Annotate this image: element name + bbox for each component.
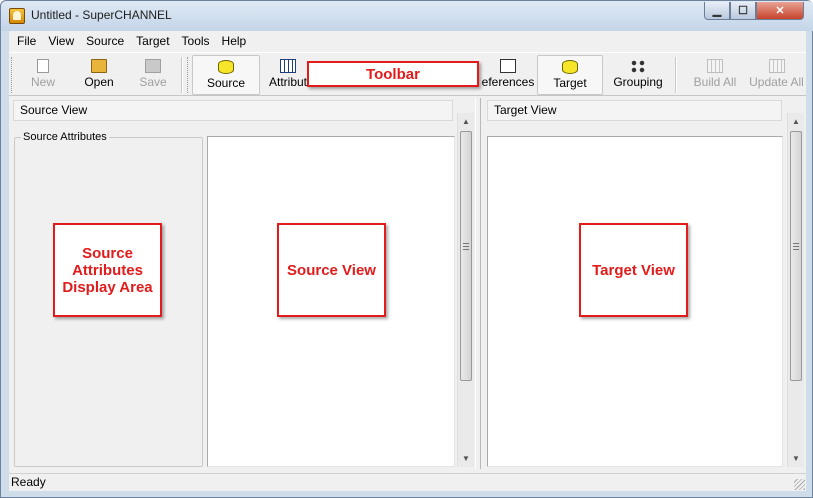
menu-source[interactable]: Source	[80, 31, 130, 51]
attributes-label: Attribut	[268, 75, 307, 89]
attributes-button[interactable]: Attribut	[263, 55, 313, 95]
preferences-button[interactable]: eferences	[479, 55, 537, 95]
pane-splitter[interactable]	[475, 98, 481, 469]
title-bar[interactable]: Untitled - SuperCHANNEL ▁ ☐ ✕	[1, 1, 813, 31]
build-all-icon	[707, 59, 723, 73]
menu-file[interactable]: File	[11, 31, 42, 51]
maximize-button[interactable]: ☐	[730, 2, 756, 20]
save-label: Save	[139, 75, 167, 89]
source-button[interactable]: Source	[192, 55, 260, 95]
target-button[interactable]: Target	[537, 55, 603, 95]
minimize-button[interactable]: ▁	[704, 2, 730, 20]
grouping-label: Grouping	[613, 75, 663, 89]
toolbar-separator	[675, 57, 677, 93]
open-label: Open	[84, 75, 114, 89]
source-view-callout: Source View	[277, 223, 386, 317]
target-label: Target	[553, 76, 587, 90]
scroll-thumb[interactable]	[790, 131, 802, 381]
source-vertical-scrollbar[interactable]: ▲ ▼	[457, 113, 474, 467]
save-disk-icon	[145, 59, 161, 73]
resize-grip-icon[interactable]	[794, 479, 805, 490]
source-view-header: Source View	[13, 100, 453, 121]
scroll-down-icon[interactable]: ▼	[788, 450, 804, 467]
scroll-down-icon[interactable]: ▼	[458, 450, 474, 467]
toolbar-grip[interactable]	[187, 57, 190, 93]
source-database-icon	[218, 60, 234, 74]
menu-view[interactable]: View	[42, 31, 80, 51]
menu-tools[interactable]: Tools	[176, 31, 216, 51]
target-view-header: Target View	[487, 100, 782, 121]
build-all-label: Build All	[693, 75, 737, 89]
update-all-label: Update All	[749, 75, 804, 89]
open-button[interactable]: Open	[73, 55, 125, 95]
target-database-icon	[562, 60, 578, 74]
build-all-button[interactable]: Build All	[687, 55, 743, 95]
scroll-grip-icon	[793, 243, 799, 250]
status-bar: Ready	[9, 473, 806, 491]
toolbar-separator	[181, 57, 183, 93]
grouping-icon	[630, 59, 646, 73]
app-icon[interactable]	[9, 8, 25, 24]
scroll-up-icon[interactable]: ▲	[458, 113, 474, 130]
scroll-thumb[interactable]	[460, 131, 472, 381]
target-vertical-scrollbar[interactable]: ▲ ▼	[787, 113, 804, 467]
window-title: Untitled - SuperCHANNEL	[31, 8, 172, 22]
preferences-icon	[500, 59, 516, 73]
scroll-up-icon[interactable]: ▲	[788, 113, 804, 130]
toolbar-callout: Toolbar	[307, 61, 479, 87]
preferences-label: eferences	[481, 75, 535, 89]
grouping-button[interactable]: Grouping	[607, 55, 669, 95]
target-view-callout: Target View	[579, 223, 688, 317]
toolbar-grip[interactable]	[11, 57, 14, 93]
menu-target[interactable]: Target	[130, 31, 175, 51]
open-folder-icon	[91, 59, 107, 73]
source-attributes-label: Source Attributes	[21, 131, 109, 143]
update-all-button[interactable]: Update All	[747, 55, 806, 95]
attributes-icon	[280, 59, 296, 73]
save-button[interactable]: Save	[131, 55, 175, 95]
status-text: Ready	[11, 475, 46, 489]
new-label: New	[30, 75, 55, 89]
menu-bar: File View Source Target Tools Help	[9, 31, 806, 51]
menu-help[interactable]: Help	[216, 31, 253, 51]
update-all-icon	[768, 59, 785, 73]
close-button[interactable]: ✕	[756, 2, 804, 20]
source-label: Source	[206, 76, 246, 90]
scroll-grip-icon	[463, 243, 469, 250]
source-attributes-callout: Source Attributes Display Area	[53, 223, 162, 317]
app-window: Untitled - SuperCHANNEL ▁ ☐ ✕ File View …	[0, 0, 813, 498]
new-button[interactable]: New	[21, 55, 65, 95]
new-document-icon	[37, 59, 49, 73]
